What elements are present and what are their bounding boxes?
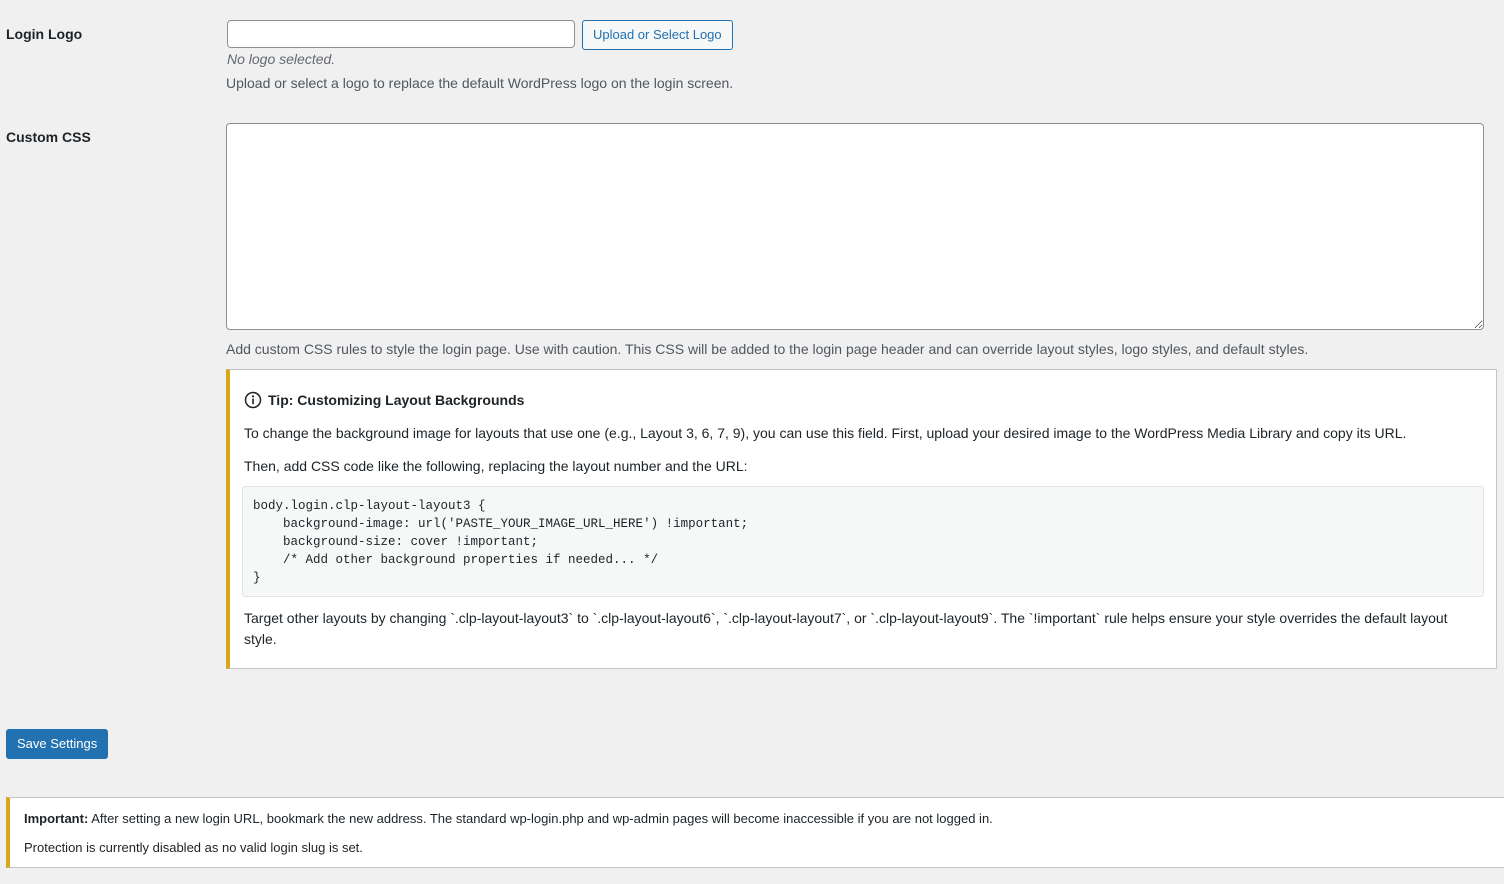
login-logo-label: Login Logo bbox=[6, 26, 83, 42]
notice-important-label: Important: bbox=[24, 811, 89, 826]
logo-status-text: No logo selected. bbox=[227, 51, 336, 67]
custom-css-label: Custom CSS bbox=[6, 129, 91, 145]
notice-line-1-text: After setting a new login URL, bookmark … bbox=[91, 811, 993, 826]
tip-paragraph-2: Then, add CSS code like the following, r… bbox=[244, 458, 748, 474]
info-icon bbox=[244, 391, 262, 409]
css-code-example: body.login.clp-layout-layout3 { backgrou… bbox=[242, 486, 1484, 597]
notice-line-1: Important: After setting a new login URL… bbox=[24, 811, 993, 826]
tip-title: Tip: Customizing Layout Backgrounds bbox=[244, 391, 524, 409]
logo-url-input[interactable] bbox=[227, 20, 575, 48]
layout-backgrounds-tip: Tip: Customizing Layout Backgrounds To c… bbox=[226, 369, 1497, 669]
notice-line-2: Protection is currently disabled as no v… bbox=[24, 840, 363, 855]
important-notice: Important: After setting a new login URL… bbox=[6, 797, 1504, 868]
upload-or-select-logo-button[interactable]: Upload or Select Logo bbox=[582, 20, 733, 50]
tip-title-text: Tip: Customizing Layout Backgrounds bbox=[268, 392, 525, 408]
save-settings-button[interactable]: Save Settings bbox=[6, 729, 109, 759]
custom-css-description: Add custom CSS rules to style the login … bbox=[226, 341, 1309, 357]
tip-paragraph-3: Target other layouts by changing `.clp-l… bbox=[244, 610, 1448, 647]
custom-css-textarea[interactable] bbox=[226, 123, 1484, 330]
tip-paragraph-1: To change the background image for layou… bbox=[244, 425, 1407, 441]
login-logo-description: Upload or select a logo to replace the d… bbox=[226, 75, 734, 91]
